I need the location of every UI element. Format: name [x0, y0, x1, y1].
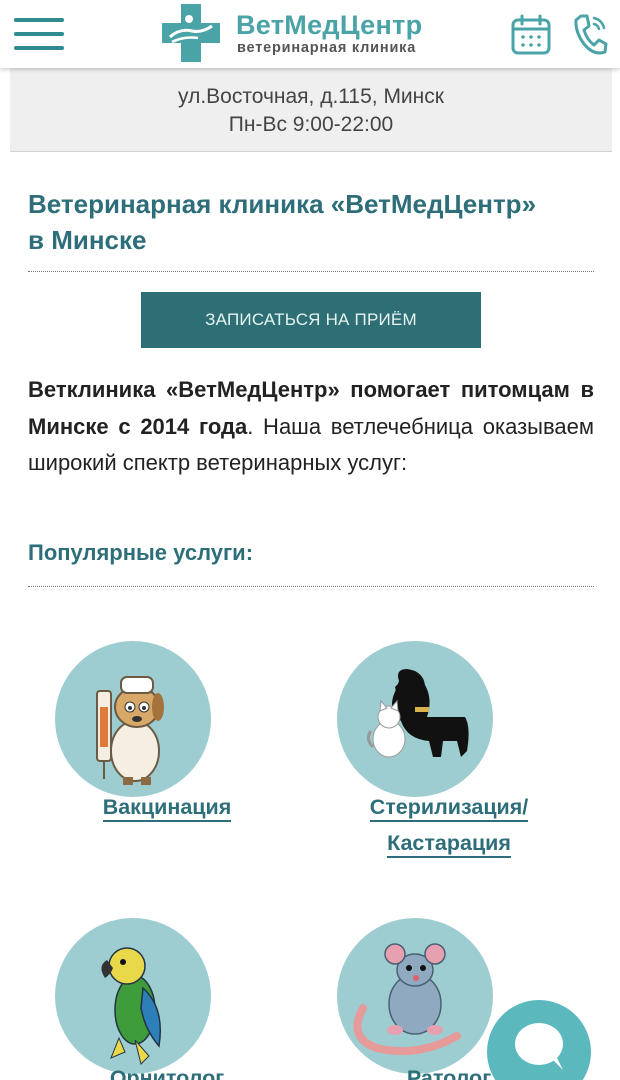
ornithologist-image[interactable]	[55, 918, 211, 1074]
sterilization-image[interactable]	[337, 641, 493, 797]
ratologist-image[interactable]	[337, 918, 493, 1074]
service-link-sterilization[interactable]: Стерилизация/ Кастарация	[325, 789, 573, 861]
hamburger-menu-icon[interactable]	[14, 18, 64, 50]
section-divider	[28, 586, 594, 587]
chat-button[interactable]	[487, 1000, 591, 1080]
page-title-line2: в Минске	[28, 225, 147, 255]
vaccination-image[interactable]	[55, 641, 211, 797]
logo-cross-icon	[162, 4, 220, 62]
logo-name: ВетМедЦентр	[236, 10, 423, 40]
service-label-sterilization-1: Стерилизация/	[369, 795, 529, 822]
service-link-vaccination[interactable]: Вакцинация	[55, 789, 279, 825]
hours-text: Пн-Вс 9:00-22:00	[228, 113, 394, 136]
phone-icon[interactable]	[572, 12, 608, 56]
logo-subtitle: ветеринарная клиника	[237, 40, 417, 56]
calendar-icon[interactable]	[510, 14, 552, 56]
intro-paragraph: Ветклиника «ВетМедЦентр» помогает питомц…	[28, 372, 594, 482]
dog-and-cat-icon	[366, 669, 469, 758]
book-appointment-button[interactable]: ЗАПИСАТЬСЯ НА ПРИЁМ	[141, 292, 481, 348]
service-link-ornithologist[interactable]: Орнитолог	[55, 1060, 279, 1080]
popular-services-title: Популярные услуги:	[28, 540, 254, 565]
rat-icon	[353, 943, 461, 1056]
logo[interactable]: ВетМедЦентр ветеринарная клиника	[162, 4, 442, 64]
title-divider	[28, 271, 594, 272]
page-title: Ветеринарная клиника «ВетМедЦентр» в Мин…	[28, 186, 598, 258]
service-label-ornithologist: Орнитолог	[109, 1066, 225, 1080]
vaccination-dog-icon	[96, 676, 164, 785]
address-text: ул.Восточная, д.115, Минск	[178, 85, 444, 108]
top-header: ВетМедЦентр ветеринарная клиника	[0, 0, 620, 68]
service-label-ratologist: Ратолог	[406, 1066, 492, 1080]
service-label-vaccination: Вакцинация	[102, 795, 232, 822]
contact-info-bar: ул.Восточная, д.115, Минск Пн-Вс 9:00-22…	[10, 68, 612, 152]
chat-bubble-icon	[515, 1023, 563, 1070]
service-label-sterilization-2: Кастарация	[387, 831, 511, 858]
page-title-line1: Ветеринарная клиника «ВетМедЦентр»	[28, 189, 537, 219]
parrot-icon	[101, 947, 162, 1065]
